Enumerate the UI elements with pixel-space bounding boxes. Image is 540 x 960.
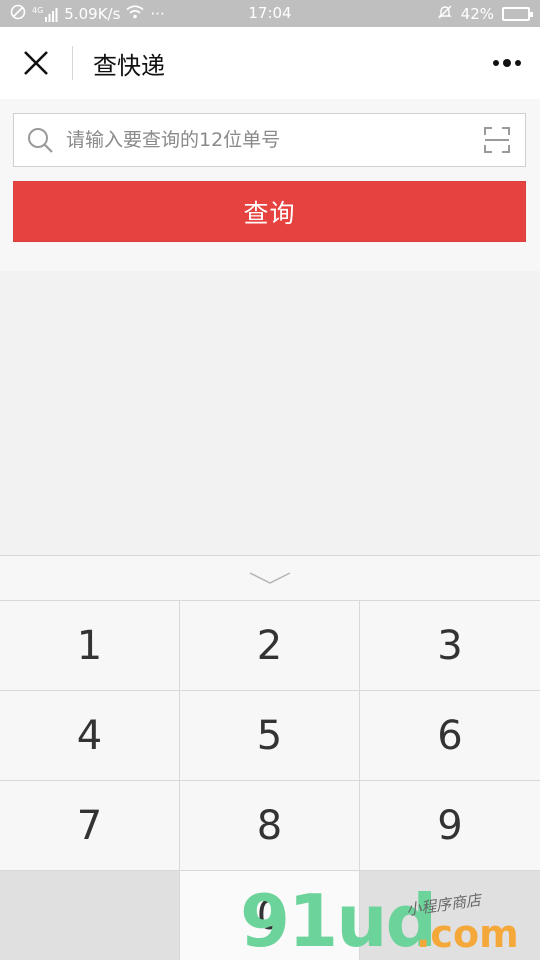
key-blank-left xyxy=(0,871,180,960)
more-menu-button[interactable] xyxy=(474,27,540,99)
page-title: 查快递 xyxy=(93,51,165,80)
battery-percent: 42% xyxy=(460,4,494,23)
status-bar: 4G 5.09K/s ··· 17:04 42% xyxy=(0,0,540,27)
key-2[interactable]: 2 xyxy=(180,601,360,691)
scan-button[interactable] xyxy=(469,114,525,166)
nav-bar: 查快递 xyxy=(0,27,540,99)
tracking-number-input[interactable] xyxy=(66,129,469,151)
key-7[interactable]: 7 xyxy=(0,781,180,871)
more-dot-icon xyxy=(493,60,499,66)
more-dot-icon xyxy=(503,59,511,67)
scan-icon xyxy=(484,127,510,153)
numeric-keypad: 1 2 3 4 5 6 7 8 9 0 xyxy=(0,555,540,960)
keypad-keys: 1 2 3 4 5 6 7 8 9 0 xyxy=(0,601,540,960)
key-5[interactable]: 5 xyxy=(180,691,360,781)
close-button[interactable] xyxy=(0,27,72,99)
search-box xyxy=(13,113,526,167)
key-8[interactable]: 8 xyxy=(180,781,360,871)
more-dot-icon xyxy=(515,60,521,66)
network-speed: 5.09K/s xyxy=(64,4,121,23)
search-icon xyxy=(14,114,66,166)
wifi-icon xyxy=(126,4,144,23)
query-button[interactable]: 查询 xyxy=(13,181,526,242)
battery-icon xyxy=(502,6,533,21)
key-3[interactable]: 3 xyxy=(360,601,540,691)
keypad-collapse-button[interactable] xyxy=(0,556,540,601)
network-label: 4G xyxy=(32,5,44,15)
key-9[interactable]: 9 xyxy=(360,781,540,871)
signal-icon: 4G xyxy=(32,6,58,22)
more-notifications-icon: ··· xyxy=(150,4,165,23)
muted-bell-icon xyxy=(437,4,453,24)
search-panel: 查询 xyxy=(0,99,540,271)
key-6[interactable]: 6 xyxy=(360,691,540,781)
close-icon xyxy=(24,51,48,75)
nav-divider xyxy=(72,46,73,80)
do-not-disturb-icon xyxy=(10,4,26,24)
key-delete[interactable] xyxy=(360,871,540,960)
chevron-down-icon xyxy=(249,572,291,584)
key-0[interactable]: 0 xyxy=(180,871,360,960)
key-1[interactable]: 1 xyxy=(0,601,180,691)
key-4[interactable]: 4 xyxy=(0,691,180,781)
